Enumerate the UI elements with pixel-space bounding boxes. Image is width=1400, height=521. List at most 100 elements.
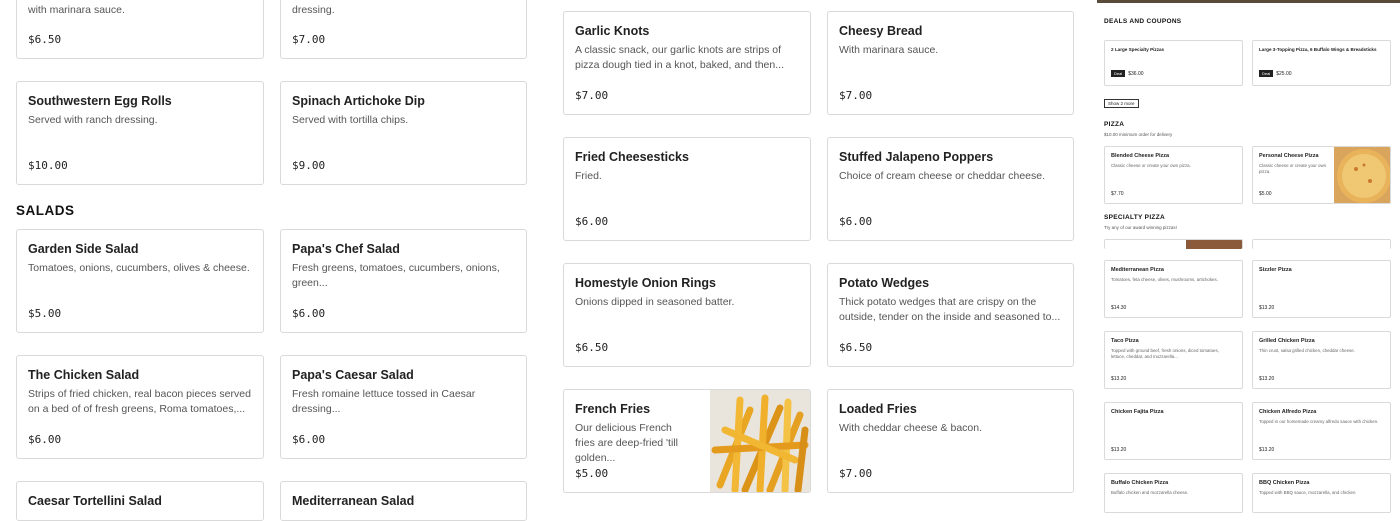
pizza-card[interactable]: Sizzler Pizza $13.20 xyxy=(1252,260,1391,318)
item-price: $7.00 xyxy=(839,467,873,480)
pizza-name: Blended Cheese Pizza xyxy=(1111,153,1170,159)
item-price: $6.00 xyxy=(292,307,326,320)
pizza-price: $7.70 xyxy=(1111,191,1124,197)
deal-price: $36.00 xyxy=(1128,71,1144,77)
pizza-name: Personal Cheese Pizza xyxy=(1259,153,1319,159)
item-name: Fried Cheesesticks xyxy=(575,150,689,164)
pizza-card[interactable]: Chicken Fajita Pizza $13.20 xyxy=(1104,402,1243,460)
top-banner-image xyxy=(1097,0,1400,3)
pizza-name: Mediterranean Pizza xyxy=(1111,267,1164,273)
item-price: $6.00 xyxy=(28,433,62,446)
pizza-description: Tomatoes, feta cheese, olives, mushrooms… xyxy=(1111,277,1218,282)
pizza-description: Classic cheese or create your own pizza. xyxy=(1259,163,1327,174)
deal-name: Large 3-Topping Pizza, 6 Buffalo Wings &… xyxy=(1259,47,1377,52)
menu-item-card[interactable]: Papa's Caesar Salad Fresh romaine lettuc… xyxy=(280,355,527,459)
pizza-price: $13.20 xyxy=(1111,376,1127,382)
pizza-card[interactable]: Blended Cheese Pizza Classic cheese or c… xyxy=(1104,146,1243,204)
menu-item-card[interactable]: Stuffed Jalapeno Poppers Choice of cream… xyxy=(827,137,1074,241)
item-description: A classic snack, our garlic knots are st… xyxy=(575,44,784,71)
pizza-photo xyxy=(1334,147,1390,203)
item-price: $5.00 xyxy=(28,307,62,320)
item-description: Tomatoes, onions, cucumbers, olives & ch… xyxy=(28,262,250,274)
item-description: Thick potato wedges that are crispy on t… xyxy=(839,296,1061,323)
item-description: dressing. xyxy=(292,4,335,16)
menu-item-card[interactable]: Papa's Chef Salad Fresh greens, tomatoes… xyxy=(280,229,527,333)
menu-item-card[interactable]: Southwestern Egg Rolls Served with ranch… xyxy=(16,81,264,185)
item-name: Papa's Chef Salad xyxy=(292,242,400,256)
french-fries-photo xyxy=(710,390,810,492)
item-name: Garlic Knots xyxy=(575,24,650,38)
pizza-subtitle: $10.00 minimum order for delivery xyxy=(1104,132,1173,137)
menu-item-card[interactable]: Potato Wedges Thick potato wedges that a… xyxy=(827,263,1074,367)
item-price: $6.50 xyxy=(839,341,873,354)
specialty-pizza-header: SPECIALTY PIZZA xyxy=(1104,214,1165,221)
menu-item-card[interactable]: French Fries Our delicious French fries … xyxy=(563,389,811,493)
pizza-description: Topped in our homemade creamy alfredo sa… xyxy=(1259,419,1379,424)
item-name: Potato Wedges xyxy=(839,276,930,290)
pizza-card[interactable]: BBQ Chicken Pizza Topped with BBQ sauce,… xyxy=(1252,473,1391,513)
pizza-price: $5.00 xyxy=(1259,191,1272,197)
section-header-salads: SALADS xyxy=(16,203,75,218)
item-name: Papa's Caesar Salad xyxy=(292,368,414,382)
menu-item-card[interactable]: Caesar Tortellini Salad xyxy=(16,481,264,521)
item-price: $6.50 xyxy=(28,33,62,46)
pizza-card[interactable]: Chicken Alfredo Pizza Topped in our home… xyxy=(1252,402,1391,460)
menu-item-card[interactable]: Spinach Artichoke Dip Served with tortil… xyxy=(280,81,527,185)
pizza-name: Grilled Chicken Pizza xyxy=(1259,338,1315,344)
item-price: $7.00 xyxy=(839,89,873,102)
scrolled-card-top xyxy=(1252,239,1391,249)
deal-badge: Deal xyxy=(1259,70,1274,77)
pizza-price: $14.30 xyxy=(1111,305,1127,311)
menu-item-card[interactable]: Homestyle Onion Rings Onions dipped in s… xyxy=(563,263,811,367)
pizza-price: $13.20 xyxy=(1259,376,1275,382)
deal-price: $25.00 xyxy=(1276,71,1292,77)
item-name: The Chicken Salad xyxy=(28,368,140,382)
deal-card[interactable]: Large 3-Topping Pizza, 6 Buffalo Wings &… xyxy=(1252,40,1391,86)
item-price: $6.00 xyxy=(839,215,873,228)
pizza-card[interactable]: Grilled Chicken Pizza Thin crust, salsa … xyxy=(1252,331,1391,389)
deal-card[interactable]: 2 Large Specialty Pizzas Deal $36.00 xyxy=(1104,40,1243,86)
pizza-card[interactable]: Taco Pizza Topped with ground beef, fres… xyxy=(1104,331,1243,389)
menu-item-card[interactable]: Garden Side Salad Tomatoes, onions, cucu… xyxy=(16,229,264,333)
menu-item-card[interactable]: Mediterranean Salad xyxy=(280,481,527,521)
pizza-card[interactable]: Buffalo Chicken Pizza Buffalo chicken an… xyxy=(1104,473,1243,513)
item-description: Fresh greens, tomatoes, cucumbers, onion… xyxy=(292,262,500,289)
show-more-button[interactable]: Show 2 more xyxy=(1104,99,1139,108)
item-price: $5.00 xyxy=(575,467,609,480)
pizza-price: $13.20 xyxy=(1259,447,1275,453)
pizza-name: Taco Pizza xyxy=(1111,338,1139,344)
item-price: $6.50 xyxy=(575,341,609,354)
deal-badge: Deal xyxy=(1111,70,1126,77)
pizza-price: $13.20 xyxy=(1259,305,1275,311)
menu-item-card[interactable]: with marinara sauce. $6.50 xyxy=(16,0,264,59)
menu-item-card[interactable]: The Chicken Salad Strips of fried chicke… xyxy=(16,355,264,459)
pizza-name: BBQ Chicken Pizza xyxy=(1259,480,1310,486)
pizza-name: Buffalo Chicken Pizza xyxy=(1111,480,1169,486)
pizza-price: $13.20 xyxy=(1111,447,1127,453)
deals-header: DEALS AND COUPONS xyxy=(1104,18,1182,25)
pizza-name: Sizzler Pizza xyxy=(1259,267,1292,273)
pizza-photo xyxy=(1186,240,1242,249)
pizza-card[interactable]: Personal Cheese Pizza Classic cheese or … xyxy=(1252,146,1391,204)
item-name: Spinach Artichoke Dip xyxy=(292,94,425,108)
item-price: $7.00 xyxy=(292,33,326,46)
item-name: Loaded Fries xyxy=(839,402,917,416)
item-description: Fresh romaine lettuce tossed in Caesar d… xyxy=(292,388,476,415)
menu-item-card[interactable]: dressing. $7.00 xyxy=(280,0,527,59)
pizza-description: Classic cheese or create your own pizza. xyxy=(1111,163,1191,168)
item-description: Strips of fried chicken, real bacon piec… xyxy=(28,388,251,415)
item-name: Caesar Tortellini Salad xyxy=(28,494,162,508)
item-description: With cheddar cheese & bacon. xyxy=(839,422,983,434)
pizza-description: Buffalo chicken and mozzarella cheese. xyxy=(1111,490,1189,495)
item-description: Served with ranch dressing. xyxy=(28,114,158,126)
menu-item-card[interactable]: Cheesy Bread With marinara sauce. $7.00 xyxy=(827,11,1074,115)
pizza-card[interactable]: Mediterranean Pizza Tomatoes, feta chees… xyxy=(1104,260,1243,318)
menu-item-card[interactable]: Garlic Knots A classic snack, our garlic… xyxy=(563,11,811,115)
menu-item-card[interactable]: Fried Cheesesticks Fried. $6.00 xyxy=(563,137,811,241)
item-description: with marinara sauce. xyxy=(28,4,125,16)
item-description: Choice of cream cheese or cheddar cheese… xyxy=(839,170,1046,182)
pizza-header: PIZZA xyxy=(1104,121,1125,128)
item-price: $10.00 xyxy=(28,159,68,172)
item-price: $6.00 xyxy=(575,215,609,228)
menu-item-card[interactable]: Loaded Fries With cheddar cheese & bacon… xyxy=(827,389,1074,493)
